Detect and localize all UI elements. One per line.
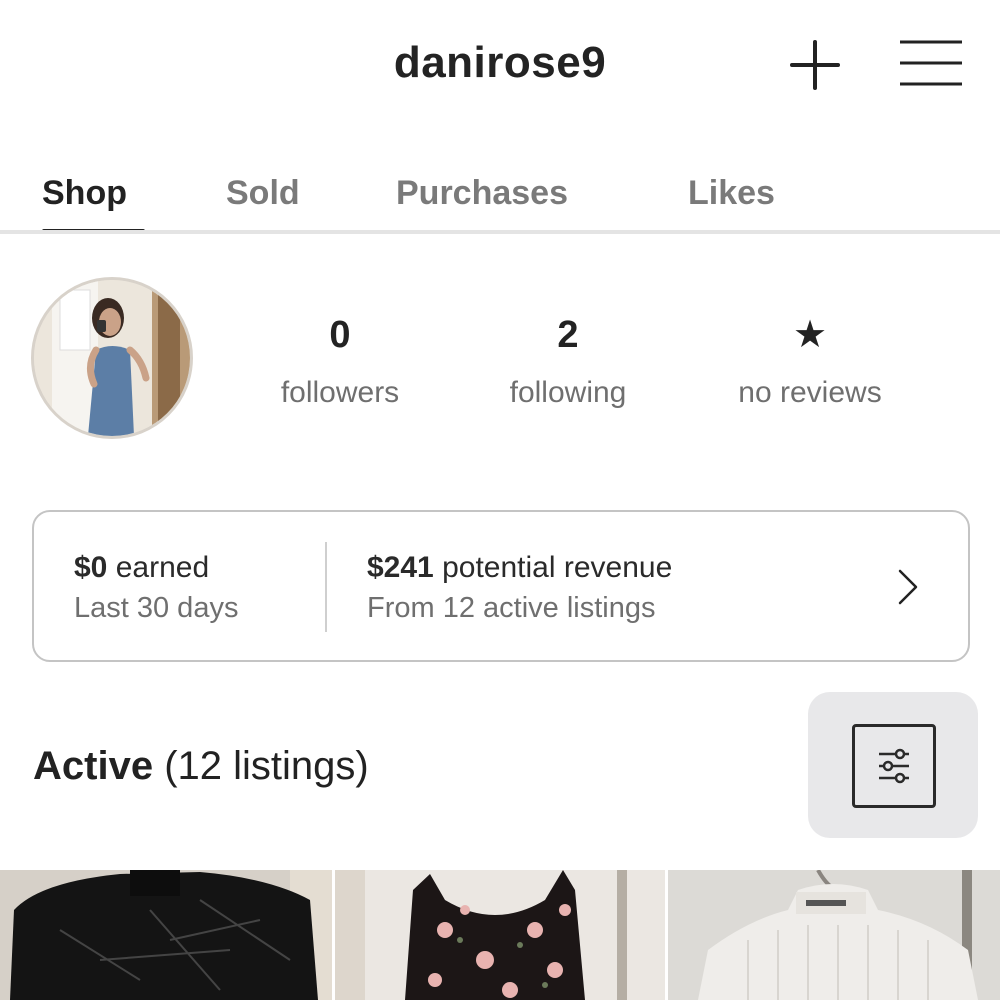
revenue-summary: $241 potential revenue From 12 active li… bbox=[367, 548, 672, 628]
listing-photo-white-ribbed-top bbox=[668, 870, 1000, 1000]
following-label: following bbox=[509, 376, 627, 409]
tab-purchases[interactable]: Purchases bbox=[396, 174, 568, 213]
star-icon: ★ bbox=[792, 314, 828, 356]
menu-button[interactable] bbox=[898, 36, 964, 90]
followers-count: 0 bbox=[329, 314, 351, 356]
revenue-source: From 12 active listings bbox=[367, 592, 656, 624]
listing-thumbnail-2[interactable] bbox=[335, 870, 665, 1000]
revenue-label: potential revenue bbox=[442, 551, 673, 584]
listing-thumbnail-3[interactable] bbox=[668, 870, 1000, 1000]
reviews-stat[interactable]: ★ no reviews bbox=[710, 313, 910, 411]
following-count: 2 bbox=[557, 314, 579, 356]
active-listings-title: Active (12 listings) bbox=[33, 744, 369, 789]
earnings-divider bbox=[325, 542, 327, 632]
reviews-label: no reviews bbox=[738, 376, 882, 409]
avatar[interactable] bbox=[31, 277, 193, 439]
plus-icon bbox=[790, 40, 840, 90]
tab-likes[interactable]: Likes bbox=[688, 174, 775, 213]
listing-thumbnail-1[interactable] bbox=[0, 870, 332, 1000]
tabs-divider bbox=[0, 230, 1000, 234]
earned-amount: $0 bbox=[74, 551, 108, 584]
tab-sold[interactable]: Sold bbox=[226, 174, 300, 213]
following-stat[interactable]: 2 following bbox=[488, 313, 648, 411]
tab-shop[interactable]: Shop bbox=[42, 174, 127, 213]
filter-button[interactable] bbox=[808, 692, 978, 838]
revenue-amount: $241 bbox=[367, 551, 434, 584]
earned-summary: $0 earned Last 30 days bbox=[74, 548, 238, 628]
earnings-card[interactable]: $0 earned Last 30 days $241 potential re… bbox=[32, 510, 970, 662]
followers-label: followers bbox=[280, 376, 400, 409]
active-label: Active bbox=[33, 744, 154, 788]
avatar-photo bbox=[34, 280, 190, 436]
listings-count: (12 listings) bbox=[164, 744, 369, 788]
earned-label: earned bbox=[115, 551, 210, 584]
hamburger-menu-icon bbox=[900, 40, 962, 86]
followers-stat[interactable]: 0 followers bbox=[260, 313, 420, 411]
profile-username: danirose9 bbox=[393, 38, 607, 87]
profile-tabs: Shop Sold Purchases Likes bbox=[0, 170, 1000, 236]
listing-photo-floral-cami bbox=[335, 870, 665, 1000]
earned-period: Last 30 days bbox=[74, 592, 239, 624]
add-listing-button[interactable] bbox=[788, 38, 842, 92]
chevron-right-icon bbox=[898, 569, 918, 605]
listing-photo-black-mesh-top bbox=[0, 870, 332, 1000]
filter-sliders-icon bbox=[852, 724, 936, 808]
